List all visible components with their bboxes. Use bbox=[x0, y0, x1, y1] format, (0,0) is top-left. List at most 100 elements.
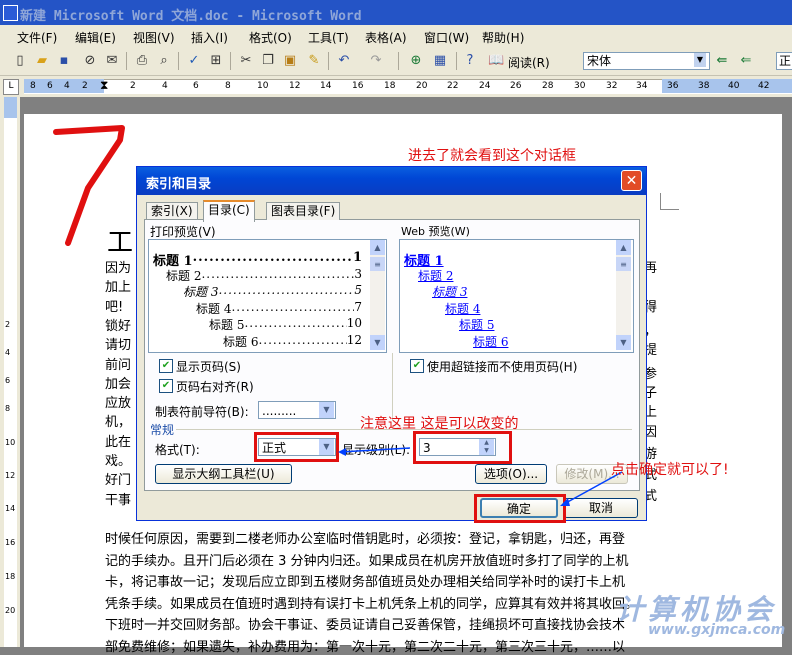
ruler-tick-label: 26 bbox=[510, 81, 522, 91]
ruler-tick-label: 8 bbox=[30, 81, 36, 91]
entry-text: 标题 5 bbox=[209, 318, 245, 332]
save-icon[interactable]: ▪ bbox=[56, 53, 72, 69]
doc-text-fragment: 锁好 bbox=[105, 318, 132, 334]
back-arrow-icon[interactable]: ⇚ bbox=[714, 53, 730, 69]
show-outline-toolbar-button[interactable]: 显示大纲工具栏(U) bbox=[155, 464, 292, 484]
ruler-tick-label: 32 bbox=[606, 81, 618, 91]
leader-dots: ........................................… bbox=[218, 283, 354, 297]
ruler-tick-label: 24 bbox=[479, 81, 491, 91]
doc-text-fragment: 干事 bbox=[105, 492, 132, 508]
menu-window[interactable]: 窗口(W) bbox=[424, 29, 469, 46]
menu-table[interactable]: 表格(A) bbox=[365, 29, 407, 46]
entry-page: 3 bbox=[354, 266, 362, 281]
redo-icon[interactable]: ↷ bbox=[368, 53, 384, 69]
tab-table-of-figures[interactable]: 图表目录(F) bbox=[266, 202, 341, 220]
doc-text-line: 时候任何原因，需要到二楼老师办公室临时借钥匙时，必须按：登记，拿钥匙，归还，再登 bbox=[105, 532, 626, 547]
annotation-middle: 注意这里 这是可以改变的 bbox=[360, 416, 519, 432]
email-icon[interactable]: ✉ bbox=[104, 53, 120, 69]
right-align-page-numbers-checkbox[interactable]: ✔ bbox=[159, 379, 173, 393]
dialog-title-bar[interactable] bbox=[137, 167, 646, 195]
scroll-down-icon[interactable]: ▼ bbox=[370, 335, 385, 350]
doc-text-line: 凭条手续。如果成员在值班时遇到持有误打卡上机凭条上机的同学，应算其有效并将其收回… bbox=[105, 596, 639, 612]
show-page-numbers-checkbox[interactable]: ✔ bbox=[159, 359, 173, 373]
ruler-tick-label: 18 bbox=[5, 572, 16, 581]
leader-dots: ........................................… bbox=[201, 266, 354, 281]
ruler-tick-label: 10 bbox=[257, 81, 269, 91]
paste-icon[interactable]: ▣ bbox=[282, 53, 298, 69]
menu-file[interactable]: 文件(F) bbox=[17, 29, 57, 46]
tab-index[interactable]: 索引(X) bbox=[146, 202, 198, 220]
menu-tools[interactable]: 工具(T) bbox=[308, 29, 349, 46]
read-mode-icon[interactable]: 📖 bbox=[488, 53, 504, 69]
font-name-combo[interactable]: 宋体 bbox=[583, 52, 710, 70]
tables-borders-icon[interactable]: ▦ bbox=[432, 53, 448, 69]
cut-icon[interactable]: ✂ bbox=[238, 53, 254, 69]
toolbar-separator bbox=[126, 52, 127, 70]
font-dropdown-arrow-icon[interactable]: ▼ bbox=[694, 53, 706, 67]
menu-format[interactable]: 格式(O) bbox=[249, 29, 292, 46]
web-preview-link[interactable]: 标题 6 bbox=[473, 333, 508, 350]
menu-view[interactable]: 视图(V) bbox=[133, 29, 175, 46]
ruler-tick-label: 6 bbox=[47, 81, 53, 91]
annotation-arrow bbox=[338, 447, 411, 456]
tab-leader-dropdown-icon[interactable]: ▼ bbox=[319, 402, 334, 418]
options-button[interactable]: 选项(O)... bbox=[475, 464, 547, 484]
doc-text-fragment: 加上 bbox=[105, 280, 132, 296]
use-hyperlinks-checkbox[interactable]: ✔ bbox=[410, 359, 424, 373]
tab-table-of-contents[interactable]: 目录(C) bbox=[203, 200, 255, 222]
web-preview-link[interactable]: 标题 5 bbox=[459, 316, 494, 333]
menu-help[interactable]: 帮助(H) bbox=[482, 29, 524, 46]
spelling-icon[interactable]: ✓ bbox=[186, 53, 202, 69]
copy-icon[interactable]: ❐ bbox=[260, 53, 276, 69]
ruler-tick-label: 4 bbox=[64, 81, 70, 91]
style-combo[interactable]: 正 bbox=[776, 52, 792, 70]
ruler-margin-right bbox=[662, 79, 792, 93]
toolbar-separator bbox=[230, 52, 231, 70]
toolbar-separator bbox=[456, 52, 457, 70]
forward-arrow-icon[interactable]: ⇐ bbox=[738, 53, 754, 69]
ruler-tick-label: 10 bbox=[5, 438, 16, 447]
entry-page: 12 bbox=[346, 332, 362, 347]
menu-edit[interactable]: 编辑(E) bbox=[75, 29, 116, 46]
permission-icon[interactable]: ⊘ bbox=[82, 53, 98, 69]
doc-text-fragment: 加会 bbox=[105, 376, 132, 392]
web-preview-link[interactable]: 标题 4 bbox=[445, 300, 480, 317]
ruler-tick-label: 8 bbox=[5, 404, 11, 413]
scroll-up-icon[interactable]: ▲ bbox=[370, 240, 385, 255]
format-painter-icon[interactable]: ✎ bbox=[306, 53, 322, 69]
tab-selector[interactable]: L bbox=[3, 79, 19, 95]
ruler-tick-label: 28 bbox=[542, 81, 554, 91]
undo-icon[interactable]: ↶ bbox=[336, 53, 352, 69]
research-icon[interactable]: ⊞ bbox=[208, 53, 224, 69]
window-title: 新建 Microsoft Word 文档.doc - Microsoft Wor… bbox=[20, 9, 362, 24]
web-preview-link[interactable]: 标题 2 bbox=[418, 267, 453, 284]
ruler-tick-label: 16 bbox=[352, 81, 364, 91]
print-preview-entry: 标题 2....................................… bbox=[166, 267, 362, 284]
ruler-tick-label: 30 bbox=[574, 81, 586, 91]
print-preview-icon[interactable]: ⌕ bbox=[156, 53, 172, 69]
print-preview-label: 打印预览(V) bbox=[150, 225, 216, 239]
scroll-thumb[interactable]: ≡ bbox=[370, 257, 385, 271]
ruler-tick-label: 12 bbox=[289, 81, 301, 91]
word-app-icon[interactable] bbox=[3, 5, 18, 21]
help-icon[interactable]: ? bbox=[462, 53, 478, 69]
ruler-tick-label: 20 bbox=[416, 81, 428, 91]
read-mode-button[interactable]: 阅读(R) bbox=[508, 54, 550, 71]
menu-insert[interactable]: 插入(I) bbox=[191, 29, 228, 46]
scroll-down-icon[interactable]: ▼ bbox=[616, 335, 631, 350]
open-folder-icon[interactable]: ▰ bbox=[34, 53, 50, 69]
dialog-close-button[interactable]: ✕ bbox=[621, 170, 642, 191]
web-preview-link[interactable]: 标题 3 bbox=[432, 283, 467, 300]
indent-marker-icon[interactable]: ⧗ bbox=[100, 79, 108, 91]
hyperlink-icon[interactable]: ⊕ bbox=[408, 53, 424, 69]
show-page-numbers-label: 显示页码(S) bbox=[176, 360, 241, 374]
tab-leader-label: 制表符前导符(B): bbox=[155, 405, 249, 419]
ruler-tick-label: 38 bbox=[698, 81, 710, 91]
doc-text-line: 部免费维修；如果遗失，补办费用为：第一次十元，第二次二十元，第三次三十元，……以 bbox=[105, 639, 626, 655]
new-document-icon[interactable]: ▯ bbox=[12, 53, 28, 69]
print-icon[interactable]: ⎙ bbox=[134, 53, 150, 69]
scroll-up-icon[interactable]: ▲ bbox=[616, 240, 631, 255]
print-preview-entry: 标题 3....................................… bbox=[183, 283, 362, 300]
watermark-url: www.gxjmca.com bbox=[648, 622, 786, 638]
scroll-thumb[interactable]: ≡ bbox=[616, 257, 631, 271]
